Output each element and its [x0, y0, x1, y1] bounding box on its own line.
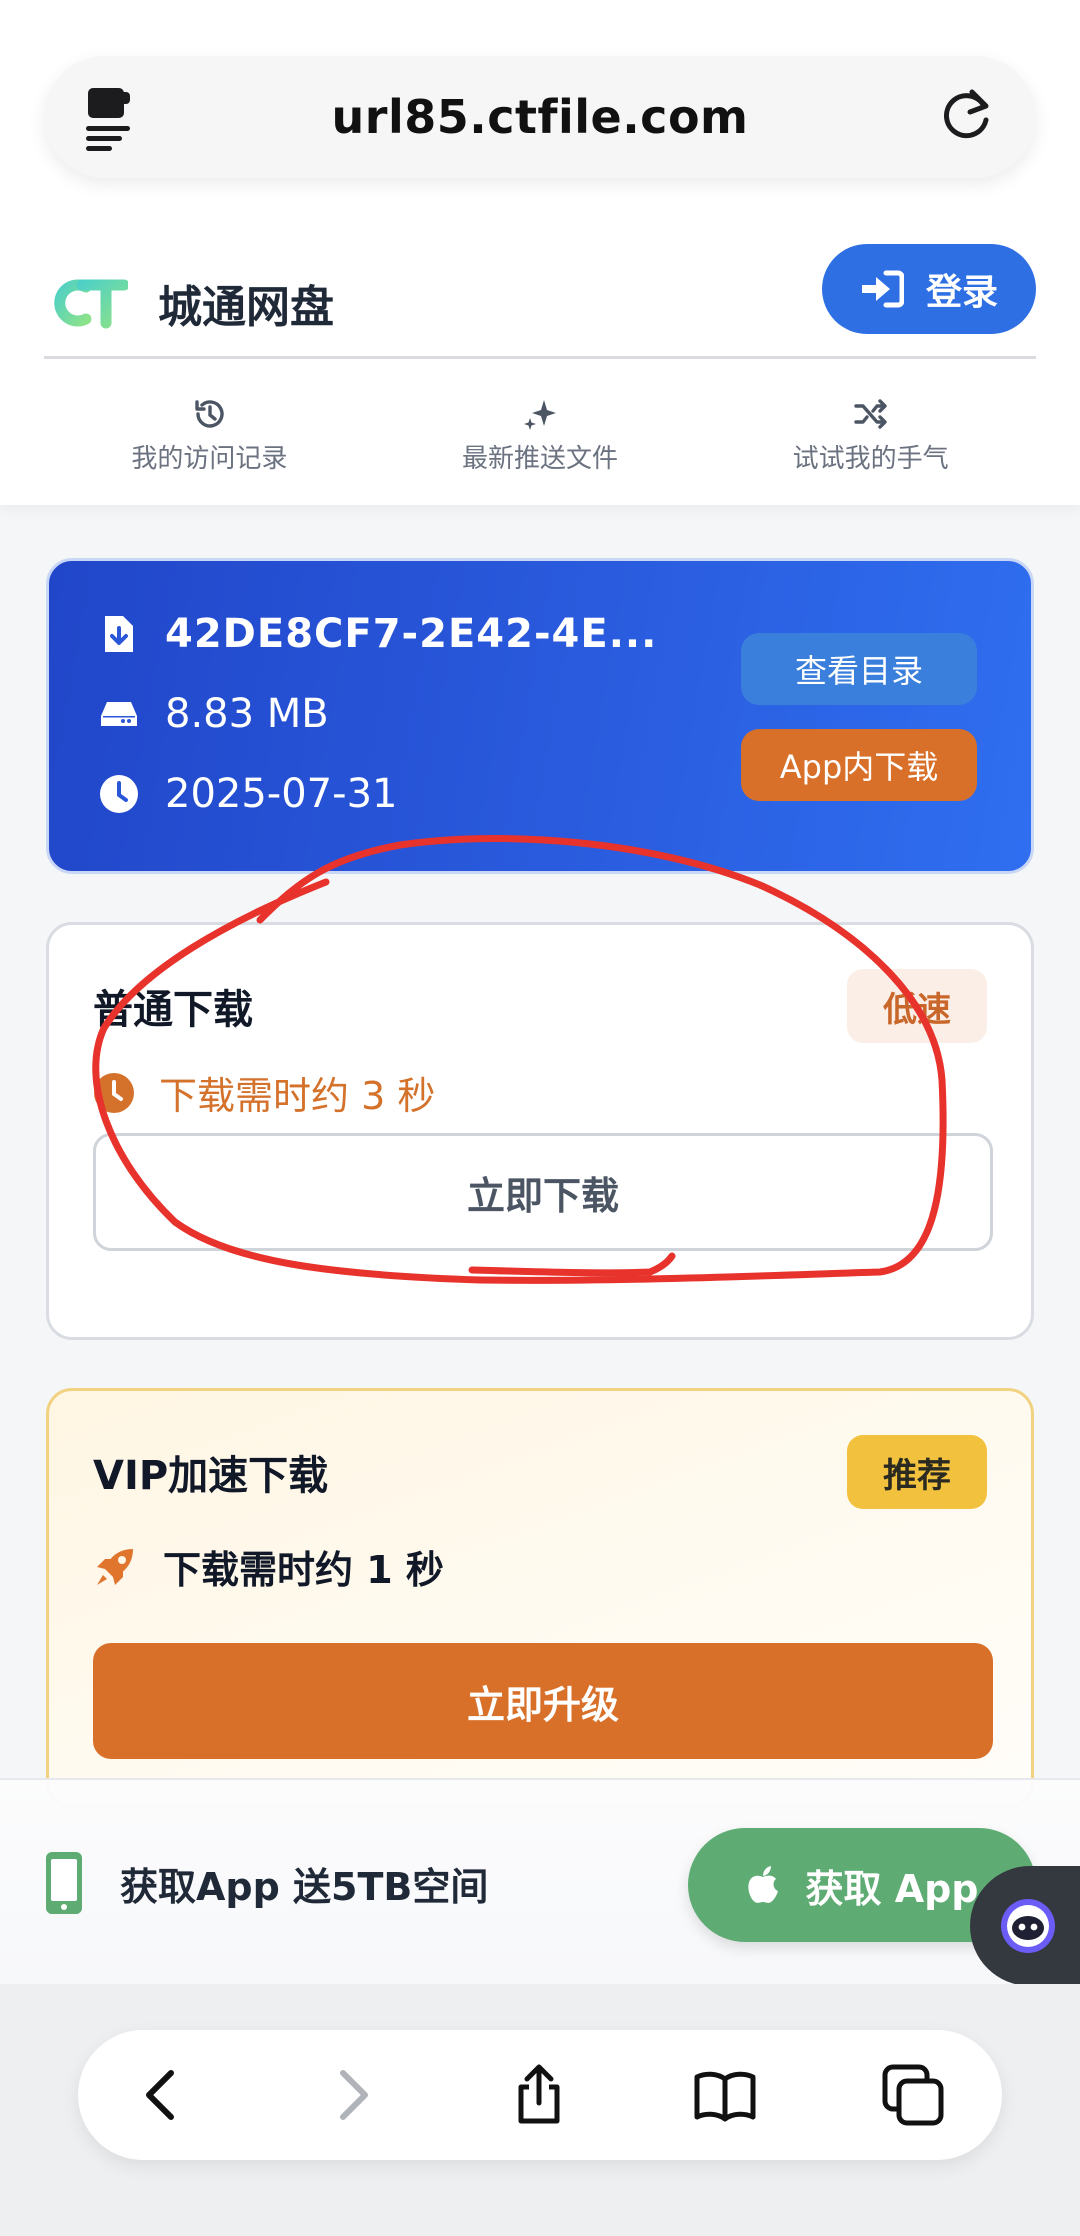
hard-drive-icon — [101, 702, 137, 726]
app-promo-bar: 获取App 送5TB空间 获取 App — [0, 1778, 1080, 1984]
bookmarks-button[interactable] — [690, 2060, 760, 2130]
nav-label: 最新推送文件 — [462, 443, 619, 474]
promo-text: 获取App 送5TB空间 — [120, 1864, 489, 1909]
reload-icon[interactable] — [934, 84, 998, 148]
file-download-icon — [105, 616, 133, 652]
file-info-card: 42DE8CF7-2E42-4E... 8.83 MB 2025-07-31 查… — [46, 558, 1034, 874]
normal-download-card: 普通下载 低速 下载需时约 3 秒 立即下载 — [46, 922, 1034, 1340]
nav-label: 试试我的手气 — [792, 443, 949, 474]
recommended-badge: 推荐 — [847, 1435, 987, 1509]
clock-icon — [94, 1072, 134, 1113]
file-date-row: 2025-07-31 — [99, 771, 397, 817]
header-divider — [44, 356, 1036, 359]
browser-toolbar — [78, 2030, 1002, 2160]
browser-address-area: url85.ctfile.com — [0, 0, 1080, 220]
nav-latest-files[interactable]: 最新推送文件 — [375, 380, 706, 490]
tabs-icon — [882, 2064, 944, 2126]
floating-assistant-button[interactable] — [970, 1866, 1080, 1986]
download-now-button[interactable]: 立即下载 — [93, 1133, 993, 1251]
brand[interactable]: 城通网盘 — [52, 260, 334, 346]
low-speed-badge: 低速 — [847, 969, 987, 1043]
login-label: 登录 — [925, 272, 998, 313]
normal-download-title: 普通下载 — [93, 987, 253, 1033]
file-date: 2025-07-31 — [165, 771, 398, 817]
normal-time-text: 下载需时约 3 秒 — [159, 1074, 436, 1118]
book-icon — [694, 2071, 756, 2122]
vip-download-card: VIP加速下载 推荐 下载需时约 1 秒 立即升级 — [46, 1388, 1034, 1808]
back-button[interactable] — [128, 2060, 198, 2130]
vip-download-time: 下载需时约 1 秒 — [93, 1539, 444, 1594]
history-icon — [195, 399, 225, 428]
file-size-row: 8.83 MB — [99, 691, 329, 737]
vip-download-title: VIP加速下载 — [93, 1453, 329, 1499]
forward-button[interactable] — [316, 2060, 386, 2130]
vip-time-text: 下载需时约 1 秒 — [163, 1548, 444, 1592]
app-download-button[interactable]: App内下载 — [741, 729, 977, 801]
nav-try-luck[interactable]: 试试我的手气 — [705, 380, 1036, 490]
rocket-icon — [97, 1548, 133, 1585]
login-button[interactable]: 登录 — [822, 244, 1036, 334]
shuffle-icon — [853, 398, 887, 429]
clock-icon — [100, 775, 138, 813]
nav-visit-history[interactable]: 我的访问记录 — [44, 380, 375, 490]
site-header: 城通网盘 登录 我的访问记录 最新推送文件 试试我的手气 — [0, 220, 1080, 505]
page-settings-icon[interactable] — [82, 80, 156, 154]
sparkle-icon — [524, 399, 556, 430]
normal-download-time: 下载需时约 3 秒 — [93, 1065, 435, 1120]
nav-label: 我的访问记录 — [131, 443, 288, 474]
mobile-phone-icon — [46, 1852, 82, 1914]
apple-icon — [748, 1866, 779, 1903]
chevron-right-icon — [340, 2070, 368, 2120]
share-icon — [518, 2064, 560, 2124]
tabs-button[interactable] — [878, 2060, 948, 2130]
chevron-left-icon — [146, 2070, 174, 2120]
assistant-face-icon — [1001, 1899, 1055, 1953]
brand-name: 城通网盘 — [158, 282, 334, 333]
address-bar[interactable]: url85.ctfile.com — [44, 56, 1036, 178]
promo-text-row: 获取App 送5TB空间 — [44, 1850, 488, 1916]
top-nav: 我的访问记录 最新推送文件 试试我的手气 — [44, 380, 1036, 490]
get-app-label: 获取 App — [805, 1866, 979, 1911]
url-text[interactable]: url85.ctfile.com — [332, 90, 749, 144]
file-size: 8.83 MB — [165, 691, 329, 737]
ct-logo-icon — [54, 279, 128, 329]
share-button[interactable] — [504, 2060, 574, 2130]
view-directory-button[interactable]: 查看目录 — [741, 633, 977, 705]
login-icon — [861, 270, 904, 308]
file-name-row: 42DE8CF7-2E42-4E... — [99, 611, 657, 657]
upgrade-now-button[interactable]: 立即升级 — [93, 1643, 993, 1759]
file-name: 42DE8CF7-2E42-4E... — [165, 611, 658, 657]
